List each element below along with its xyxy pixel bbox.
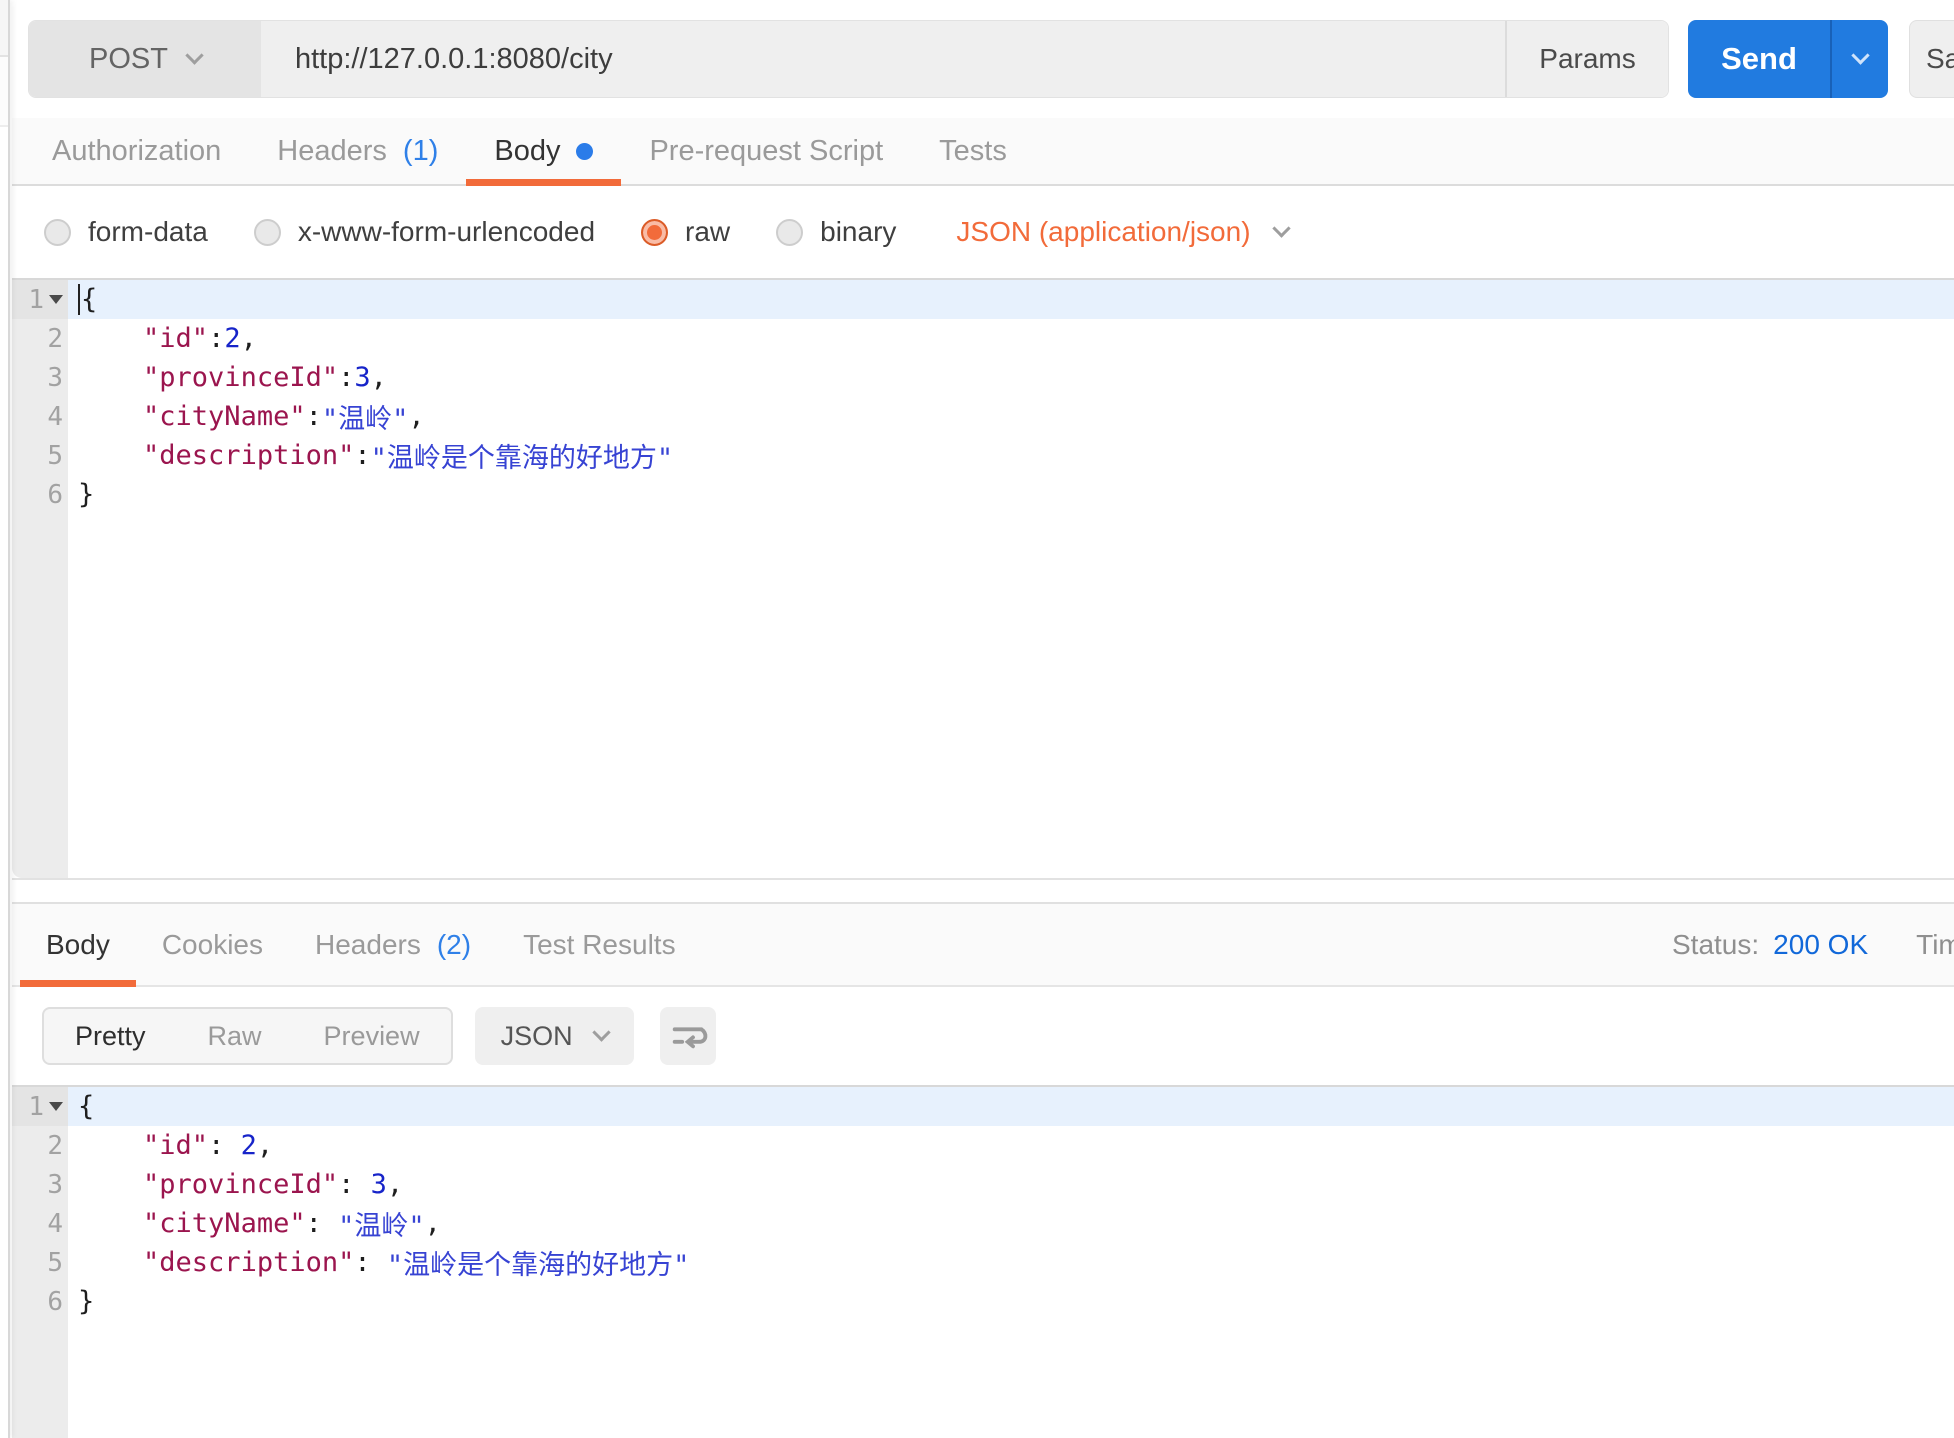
line-number: 2 [12, 319, 68, 358]
request-body-editor[interactable]: 123456 { "id":2, "provinceId":3, "cityNa… [12, 278, 1954, 880]
tab-response-body[interactable]: Body [20, 904, 136, 985]
response-body-editor: 123456 { "id": 2, "provinceId": 3, "city… [12, 1085, 1954, 1438]
code-line: "id": 2, [68, 1126, 1954, 1165]
chevron-down-icon [185, 46, 203, 64]
view-preview[interactable]: Preview [293, 1009, 451, 1063]
line-number: 3 [12, 358, 68, 397]
request-panel: POST http://127.0.0.1:8080/city Params S… [12, 0, 1954, 1438]
send-label: Send [1688, 20, 1830, 98]
view-raw[interactable]: Raw [177, 1009, 293, 1063]
code-line: } [68, 1282, 1954, 1321]
tab-authorization[interactable]: Authorization [24, 118, 249, 184]
response-status: Status: 200 OK Time: [1672, 904, 1954, 985]
sidebar-edge [0, 0, 10, 1438]
chevron-down-icon [592, 1023, 610, 1041]
url-group: POST http://127.0.0.1:8080/city Params [28, 20, 1669, 98]
code-line[interactable]: "cityName":"温岭", [68, 397, 1954, 436]
radio-raw[interactable]: raw [641, 216, 730, 248]
code-line: "cityName": "温岭", [68, 1204, 1954, 1243]
line-number: 1 [12, 280, 68, 319]
line-number: 5 [12, 1243, 68, 1282]
tab-test-results[interactable]: Test Results [497, 904, 702, 985]
request-bar: POST http://127.0.0.1:8080/city Params S… [12, 0, 1954, 118]
radio-icon [254, 219, 281, 246]
code-line[interactable]: "description":"温岭是个靠海的好地方" [68, 436, 1954, 475]
response-tabs: Body Cookies Headers (2) Test Results St… [12, 902, 1954, 987]
radio-binary[interactable]: binary [776, 216, 896, 248]
code-line[interactable]: } [68, 475, 1954, 514]
url-value: http://127.0.0.1:8080/city [295, 43, 613, 76]
time-label: Time: [1916, 929, 1954, 961]
body-type-row: form-data x-www-form-urlencoded raw bina… [12, 186, 1954, 278]
content-type-dropdown[interactable]: JSON (application/json) [956, 216, 1287, 248]
tab-tests[interactable]: Tests [911, 118, 1035, 184]
status-label: Status: [1672, 929, 1759, 961]
method-label: POST [89, 43, 168, 76]
line-number-gutter: 123456 [12, 280, 68, 878]
wrap-lines-icon [668, 1016, 708, 1056]
save-button[interactable]: Save [1909, 20, 1954, 98]
line-number: 6 [12, 1282, 68, 1321]
panel-gap [12, 880, 1954, 902]
sidebar-item-fragment [0, 0, 8, 57]
active-tab-underline [466, 179, 621, 186]
wrap-lines-button[interactable] [660, 1007, 716, 1065]
url-input[interactable]: http://127.0.0.1:8080/city [261, 21, 1505, 97]
line-number: 4 [12, 1204, 68, 1243]
radio-form-data[interactable]: form-data [44, 216, 208, 248]
tab-cookies[interactable]: Cookies [136, 904, 289, 985]
code-line: { [68, 1087, 1954, 1126]
active-tab-underline [20, 980, 136, 987]
code-line[interactable]: { [68, 280, 1954, 319]
line-number: 3 [12, 1165, 68, 1204]
fold-caret-icon[interactable] [49, 295, 63, 304]
body-content-dot-icon [576, 143, 593, 160]
line-number: 2 [12, 1126, 68, 1165]
response-toolbar: Pretty Raw Preview JSON [12, 987, 1954, 1085]
radio-icon [44, 219, 71, 246]
response-code-area: { "id": 2, "provinceId": 3, "cityName": … [68, 1087, 1954, 1438]
send-options-dropdown[interactable] [1832, 20, 1888, 98]
method-dropdown[interactable]: POST [29, 21, 261, 97]
line-number: 6 [12, 475, 68, 514]
line-number-gutter: 123456 [12, 1087, 68, 1438]
view-pretty[interactable]: Pretty [44, 1009, 177, 1063]
view-toggle-group: Pretty Raw Preview [42, 1007, 453, 1065]
format-dropdown[interactable]: JSON [475, 1007, 634, 1065]
status-badge: 200 OK [1773, 929, 1868, 961]
line-number: 4 [12, 397, 68, 436]
line-number: 1 [12, 1087, 68, 1126]
headers-count-badge: (2) [437, 929, 471, 961]
code-line: "provinceId": 3, [68, 1165, 1954, 1204]
tab-response-headers[interactable]: Headers (2) [289, 904, 497, 985]
tab-pre-request-script[interactable]: Pre-request Script [621, 118, 911, 184]
radio-icon [776, 219, 803, 246]
request-tabs: Authorization Headers (1) Body Pre-reque… [12, 118, 1954, 186]
request-code-area[interactable]: { "id":2, "provinceId":3, "cityName":"温岭… [68, 280, 1954, 878]
chevron-down-icon [1851, 46, 1869, 64]
code-line[interactable]: "provinceId":3, [68, 358, 1954, 397]
line-number: 5 [12, 436, 68, 475]
text-cursor [78, 284, 80, 315]
radio-selected-icon [641, 219, 668, 246]
fold-caret-icon[interactable] [49, 1102, 63, 1111]
code-line: "description": "温岭是个靠海的好地方" [68, 1243, 1954, 1282]
headers-count-badge: (1) [403, 135, 438, 168]
sidebar-item-fragment [0, 57, 8, 127]
send-button[interactable]: Send [1688, 20, 1888, 98]
code-line[interactable]: "id":2, [68, 319, 1954, 358]
params-button[interactable]: Params [1505, 21, 1668, 97]
chevron-down-icon [1272, 219, 1290, 237]
tab-headers[interactable]: Headers (1) [249, 118, 466, 184]
tab-body[interactable]: Body [466, 118, 621, 184]
radio-x-www-form-urlencoded[interactable]: x-www-form-urlencoded [254, 216, 595, 248]
